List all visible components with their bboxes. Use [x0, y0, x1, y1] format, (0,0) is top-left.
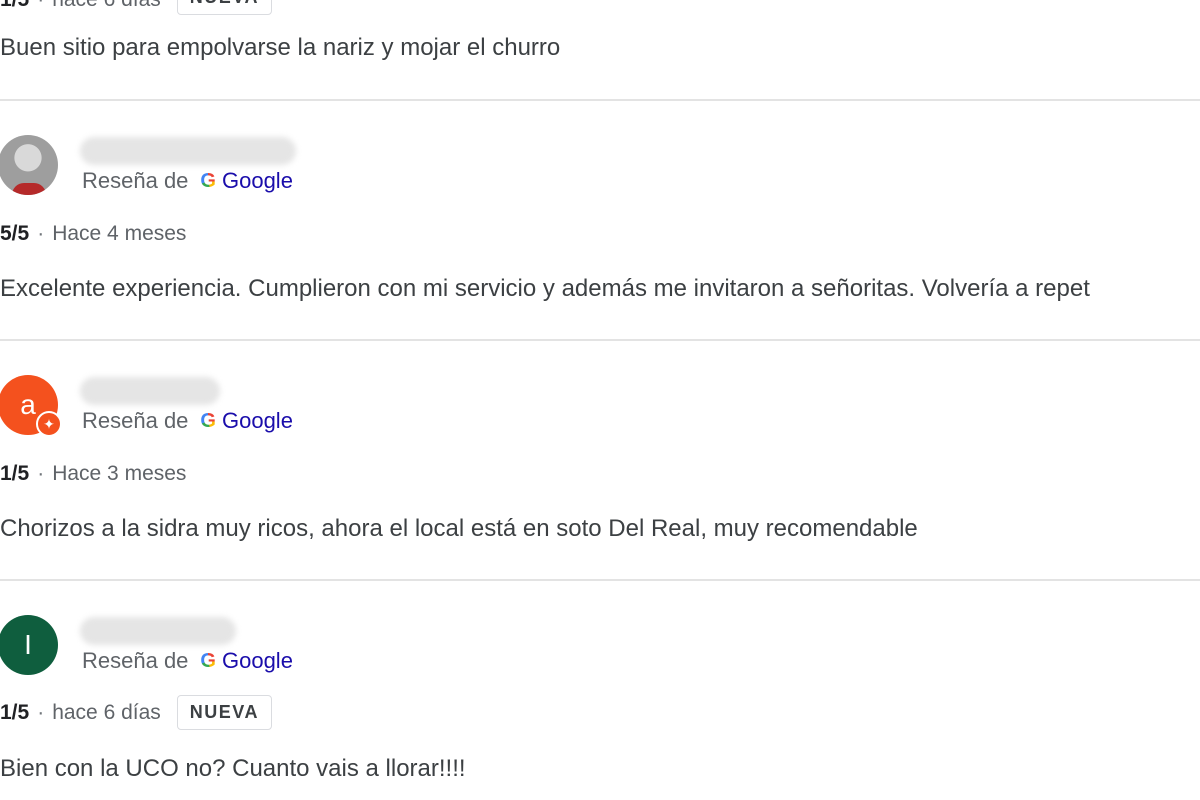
review-time: hace 6 días	[52, 700, 161, 724]
source-prefix: Reseña de	[82, 168, 189, 193]
separator-dot: ·	[37, 0, 44, 12]
review-divider	[0, 579, 1200, 581]
reviewer-avatar[interactable]	[0, 135, 58, 195]
review-meta: 1/5 · hace 6 días NUEVA	[0, 695, 272, 730]
avatar-letter: a	[20, 389, 36, 420]
review-source: Reseña de G Google	[82, 168, 293, 194]
review-text: Bien con la UCO no? Cuanto vais a llorar…	[0, 755, 466, 782]
google-g-icon: G	[200, 169, 216, 192]
new-badge: NUEVA	[176, 0, 272, 15]
review-time: Hace 3 meses	[52, 462, 187, 485]
review-rating: 1/5	[0, 0, 29, 12]
review-divider	[0, 99, 1200, 101]
review-meta: 1/5 · Hace 3 meses	[0, 462, 186, 486]
google-link[interactable]: Google	[222, 648, 293, 674]
local-guide-icon: ✦	[36, 411, 62, 437]
source-prefix: Reseña de	[82, 648, 189, 673]
review-divider	[0, 339, 1200, 341]
separator-dot: ·	[37, 700, 45, 724]
separator-dot: ·	[37, 222, 45, 245]
review-rating: 5/5	[0, 222, 30, 245]
review-rating: 1/5	[0, 462, 30, 485]
reviews-page: 1/5 · hace 6 días NUEVA Buen sitio para …	[0, 0, 1200, 800]
review-time: Hace 4 meses	[52, 222, 187, 245]
review-source: Reseña de G Google	[82, 648, 293, 674]
new-badge: NUEVA	[176, 695, 272, 730]
reviewer-name-blurred[interactable]	[80, 617, 236, 645]
google-link[interactable]: Google	[222, 408, 293, 434]
review-time: hace 6 días	[52, 0, 161, 12]
reviewer-name-blurred[interactable]	[80, 137, 296, 165]
reviewer-avatar[interactable]: a ✦	[0, 375, 62, 437]
reviewer-avatar[interactable]: I	[0, 615, 58, 675]
google-link[interactable]: Google	[222, 168, 293, 194]
google-g-icon: G	[200, 409, 216, 432]
review-meta: 5/5 · Hace 4 meses	[0, 222, 186, 246]
review-text: Excelente experiencia. Cumplieron con mi…	[0, 275, 1090, 302]
review-text: Chorizos a la sidra muy ricos, ahora el …	[0, 515, 918, 542]
avatar-photo-detail	[12, 183, 46, 195]
review-source: Reseña de G Google	[82, 408, 293, 434]
separator-dot: ·	[37, 462, 45, 485]
review-meta: 1/5 · hace 6 días NUEVA	[0, 0, 272, 16]
review-rating: 1/5	[0, 700, 30, 724]
avatar-letter: I	[24, 629, 32, 660]
source-prefix: Reseña de	[82, 408, 189, 433]
reviewer-name-blurred[interactable]	[80, 377, 220, 405]
google-g-icon: G	[200, 649, 216, 672]
review-text: Buen sitio para empolvarse la nariz y mo…	[0, 34, 561, 61]
